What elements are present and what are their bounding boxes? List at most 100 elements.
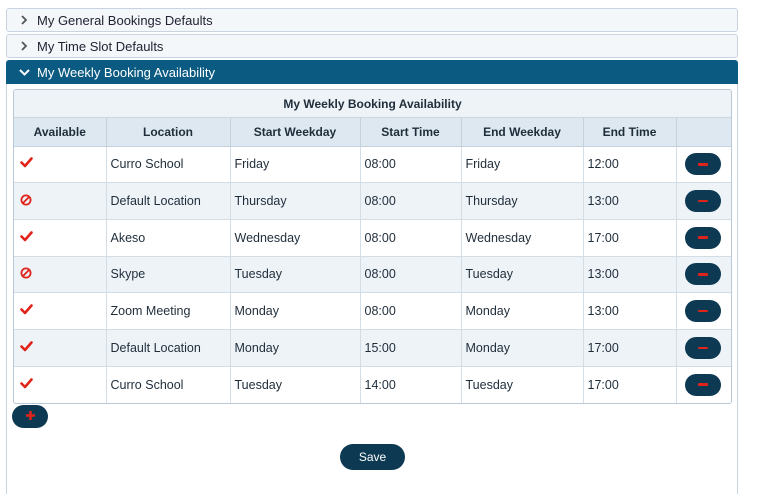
chevron-right-icon: [17, 13, 31, 27]
col-header-available[interactable]: Available: [14, 118, 107, 147]
remove-row-button[interactable]: [685, 153, 722, 176]
end-weekday-cell[interactable]: Friday: [461, 146, 584, 184]
check-icon: [20, 230, 33, 245]
check-icon: [20, 157, 33, 171]
col-header-end-weekday[interactable]: End Weekday: [461, 118, 584, 147]
location-cell[interactable]: Default Location: [106, 182, 231, 220]
col-header-actions: [676, 118, 731, 147]
minus-icon: [698, 273, 709, 276]
start-time-cell[interactable]: 15:00: [360, 329, 462, 367]
col-header-start-weekday[interactable]: Start Weekday: [230, 118, 361, 147]
availability-table: Available Location Start Weekday Start T…: [14, 118, 731, 403]
col-header-end-time[interactable]: End Time: [583, 118, 677, 147]
remove-row-button[interactable]: [685, 226, 722, 249]
table-row[interactable]: Skype Tuesday 08:00 Tuesday 13:00: [14, 256, 731, 294]
start-time-cell[interactable]: 08:00: [360, 182, 462, 220]
start-weekday-cell[interactable]: Tuesday: [230, 366, 361, 403]
location-cell[interactable]: Default Location: [106, 329, 231, 367]
check-icon: [20, 377, 33, 392]
end-weekday-cell[interactable]: Monday: [461, 329, 584, 367]
location-cell[interactable]: Skype: [106, 256, 231, 294]
end-weekday-cell[interactable]: Wednesday: [461, 219, 584, 257]
table-row[interactable]: Curro School Tuesday 14:00 Tuesday 17:00: [14, 366, 731, 403]
plus-icon: [25, 409, 36, 424]
available-cell[interactable]: [14, 292, 107, 330]
header-row: Available Location Start Weekday Start T…: [14, 118, 731, 147]
end-time-cell[interactable]: 12:00: [583, 146, 677, 184]
accordion-general-bookings-defaults[interactable]: My General Bookings Defaults: [6, 8, 738, 32]
availability-grid: My Weekly Booking Availability Available…: [13, 89, 732, 404]
start-weekday-cell[interactable]: Monday: [230, 329, 361, 367]
available-cell[interactable]: [14, 219, 107, 257]
table-row[interactable]: Zoom Meeting Monday 08:00 Monday 13:00: [14, 292, 731, 330]
table-body: Curro School Friday 08:00 Friday 12:00 Defaul…: [14, 146, 731, 403]
actions-cell: [676, 366, 731, 403]
actions-cell: [676, 256, 731, 294]
grid-title: My Weekly Booking Availability: [14, 90, 731, 118]
remove-row-button[interactable]: [685, 336, 722, 359]
accordion-label: My Time Slot Defaults: [37, 38, 164, 54]
accordion-weekly-booking-availability[interactable]: My Weekly Booking Availability: [6, 60, 738, 84]
end-weekday-cell[interactable]: Tuesday: [461, 256, 584, 294]
location-cell[interactable]: Akeso: [106, 219, 231, 257]
remove-row-button[interactable]: [685, 263, 722, 286]
actions-cell: [676, 182, 731, 220]
available-cell[interactable]: [14, 146, 107, 184]
actions-cell: [676, 219, 731, 257]
available-cell[interactable]: [14, 256, 107, 294]
remove-row-button[interactable]: [685, 300, 722, 323]
col-header-location[interactable]: Location: [106, 118, 231, 147]
chevron-down-icon: [17, 65, 31, 79]
available-cell[interactable]: [14, 329, 107, 367]
end-time-cell[interactable]: 17:00: [583, 329, 677, 367]
start-weekday-cell[interactable]: Friday: [230, 146, 361, 184]
available-cell[interactable]: [14, 366, 107, 403]
start-weekday-cell[interactable]: Wednesday: [230, 219, 361, 257]
minus-icon: [698, 309, 709, 313]
end-weekday-cell[interactable]: Monday: [461, 292, 584, 330]
start-time-cell[interactable]: 14:00: [360, 366, 462, 403]
actions-cell: [676, 292, 731, 330]
chevron-right-icon: [17, 39, 31, 53]
location-cell[interactable]: Curro School: [106, 366, 231, 403]
ban-icon: [20, 194, 32, 209]
accordion-time-slot-defaults[interactable]: My Time Slot Defaults: [6, 34, 738, 58]
accordion-label: My Weekly Booking Availability: [37, 64, 215, 80]
start-time-cell[interactable]: 08:00: [360, 292, 462, 330]
remove-row-button[interactable]: [685, 190, 722, 213]
start-weekday-cell[interactable]: Thursday: [230, 182, 361, 220]
end-time-cell[interactable]: 13:00: [583, 256, 677, 294]
minus-icon: [698, 346, 709, 350]
minus-icon: [698, 199, 709, 203]
col-header-start-time[interactable]: Start Time: [360, 118, 462, 147]
table-row[interactable]: Akeso Wednesday 08:00 Wednesday 17:00: [14, 219, 731, 257]
minus-icon: [698, 236, 709, 239]
minus-icon: [698, 163, 709, 166]
end-time-cell[interactable]: 17:00: [583, 366, 677, 403]
end-time-cell[interactable]: 13:00: [583, 292, 677, 330]
end-weekday-cell[interactable]: Thursday: [461, 182, 584, 220]
end-time-cell[interactable]: 13:00: [583, 182, 677, 220]
start-weekday-cell[interactable]: Monday: [230, 292, 361, 330]
end-weekday-cell[interactable]: Tuesday: [461, 366, 584, 403]
table-row[interactable]: Default Location Thursday 08:00 Thursday 13:…: [14, 182, 731, 220]
actions-cell: [676, 329, 731, 367]
page: My General Bookings Defaults My Time Slo…: [0, 0, 763, 494]
save-button[interactable]: Save: [340, 444, 405, 470]
start-time-cell[interactable]: 08:00: [360, 256, 462, 294]
start-time-cell[interactable]: 08:00: [360, 219, 462, 257]
start-time-cell[interactable]: 08:00: [360, 146, 462, 184]
table-row[interactable]: Curro School Friday 08:00 Friday 12:00: [14, 146, 731, 184]
weekly-availability-panel: My Weekly Booking Availability Available…: [6, 84, 738, 494]
remove-row-button[interactable]: [685, 373, 722, 396]
start-weekday-cell[interactable]: Tuesday: [230, 256, 361, 294]
ban-icon: [20, 267, 32, 282]
actions-cell: [676, 146, 731, 184]
table-row[interactable]: Default Location Monday 15:00 Monday 17:00: [14, 329, 731, 367]
end-time-cell[interactable]: 17:00: [583, 219, 677, 257]
check-icon: [20, 340, 33, 355]
location-cell[interactable]: Curro School: [106, 146, 231, 184]
add-row-button[interactable]: [12, 405, 48, 428]
location-cell[interactable]: Zoom Meeting: [106, 292, 231, 330]
available-cell[interactable]: [14, 182, 107, 220]
